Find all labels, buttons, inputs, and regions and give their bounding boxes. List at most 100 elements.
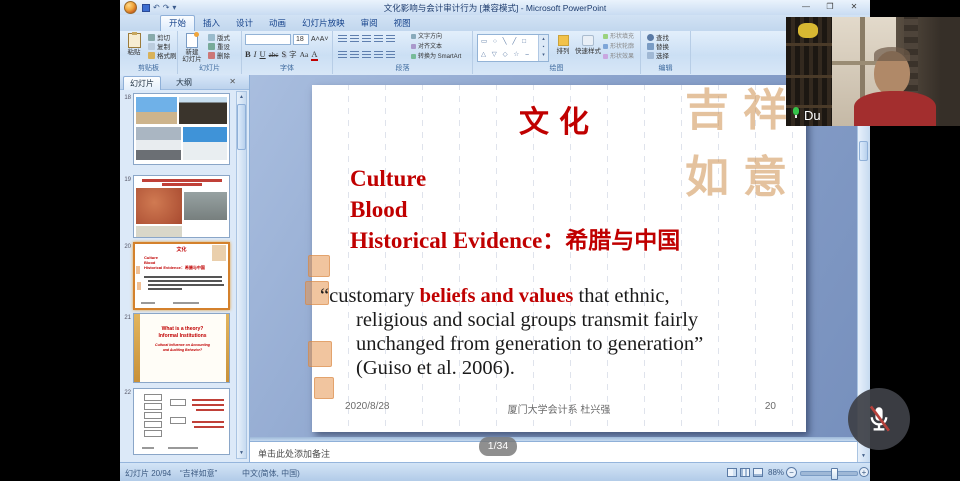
align-left-icon[interactable] <box>338 51 347 59</box>
tab-view[interactable]: 视图 <box>386 15 419 31</box>
quick-styles-icon <box>582 35 594 46</box>
redo-button[interactable]: ↷ <box>163 3 170 12</box>
paste-button[interactable]: 粘贴 <box>122 33 146 56</box>
photo-fish <box>184 192 227 220</box>
smartart-icon <box>411 54 416 59</box>
tab-review[interactable]: 审阅 <box>353 15 386 31</box>
text-direction-button[interactable]: 文字方向 <box>411 33 442 42</box>
minimize-button[interactable]: — <box>798 1 814 13</box>
shape-fill-button[interactable]: 形状填充 <box>603 33 634 42</box>
list-indent-buttons[interactable] <box>338 35 398 46</box>
align-text-icon <box>411 44 416 49</box>
normal-view-button[interactable] <box>727 468 737 477</box>
tab-slideshow[interactable]: 幻灯片放映 <box>294 15 353 31</box>
slide-headings[interactable]: Culture Blood Historical Evidence：希腊与中国 <box>350 163 680 256</box>
slide-sorter-view-button[interactable] <box>740 468 750 477</box>
sidebar-tab-outline[interactable]: 大纲 <box>170 76 198 89</box>
line-spacing-icon[interactable] <box>386 35 395 43</box>
char-spacing-button[interactable]: 字 <box>289 50 297 59</box>
sidebar-scroll-thumb[interactable] <box>237 104 246 150</box>
slide-title[interactable]: 文化 <box>312 97 806 141</box>
shapes-gallery-scroll[interactable]: ▴▪▾ <box>538 35 548 61</box>
columns-icon[interactable] <box>386 51 395 59</box>
save-icon[interactable] <box>142 4 150 12</box>
arrange-button[interactable]: 排列 <box>553 35 573 55</box>
format-painter-button[interactable]: 格式刷 <box>148 52 177 61</box>
new-slide-button[interactable]: 新建幻灯片 <box>180 33 204 63</box>
bullets-icon[interactable] <box>338 35 347 43</box>
align-text-button[interactable]: 对齐文本 <box>411 43 442 52</box>
bold-button[interactable]: B <box>245 49 251 59</box>
quick-styles-button[interactable]: 快速样式 <box>575 35 601 55</box>
tab-design[interactable]: 设计 <box>228 15 261 31</box>
indent-decrease-icon[interactable] <box>362 35 371 43</box>
scroll-down-icon[interactable]: ▼ <box>859 451 868 461</box>
slideshow-view-button[interactable] <box>753 468 763 477</box>
font-size-input[interactable]: 18 <box>293 34 309 45</box>
tiny-red-text <box>142 179 222 182</box>
close-button[interactable]: ✕ <box>846 1 862 13</box>
sidebar-close-icon[interactable]: ✕ <box>229 77 236 86</box>
underline-button[interactable]: U <box>260 49 266 59</box>
status-language: 中文(简体, 中国) <box>242 468 300 479</box>
italic-button[interactable]: I <box>254 49 257 59</box>
align-right-icon[interactable] <box>362 51 371 59</box>
smartart-button[interactable]: 转换为 SmartArt <box>411 53 461 62</box>
qat-dropdown-icon[interactable]: ▾ <box>172 3 176 12</box>
select-button[interactable]: 选择 <box>647 52 669 61</box>
mute-microphone-button[interactable] <box>848 388 910 450</box>
replace-icon <box>647 43 654 50</box>
font-name-input[interactable] <box>245 34 291 45</box>
slide-quote[interactable]: “customary beliefs and values that ethni… <box>320 284 794 380</box>
font-color-button[interactable]: A <box>311 49 317 61</box>
cut-button[interactable]: 剪切 <box>148 34 170 43</box>
indent-increase-icon[interactable] <box>374 35 383 43</box>
slide-thumbnail-18[interactable] <box>133 93 230 165</box>
undo-button[interactable]: ↶ <box>153 3 160 12</box>
scroll-down-icon[interactable]: ▼ <box>237 448 246 458</box>
zoom-slider-track[interactable] <box>800 471 858 476</box>
sidebar-scrollbar[interactable]: ▲ ▼ <box>236 91 247 459</box>
tab-insert[interactable]: 插入 <box>195 15 228 31</box>
justify-icon[interactable] <box>374 51 383 59</box>
webcam-video[interactable]: Du <box>786 17 960 126</box>
layout-button[interactable]: 版式 <box>208 34 230 43</box>
shape-effects-button[interactable]: 形状效果 <box>603 53 634 62</box>
office-button-icon[interactable] <box>124 1 137 14</box>
notes-panel[interactable]: 单击此处添加备注 <box>250 441 857 462</box>
tiny-text <box>148 288 182 290</box>
zoom-in-button[interactable]: + <box>859 467 869 477</box>
slide-thumbnail-19[interactable] <box>133 175 230 238</box>
scroll-up-icon[interactable]: ▲ <box>237 92 246 102</box>
sidebar-tab-slides[interactable]: 幻灯片 <box>123 76 161 90</box>
alignment-buttons[interactable] <box>338 51 398 62</box>
strikethrough-button[interactable]: abc <box>269 51 279 59</box>
grow-shrink-font[interactable]: A˄A˅ <box>311 35 329 44</box>
replace-button[interactable]: 替换 <box>647 43 669 52</box>
notes-placeholder: 单击此处添加备注 <box>258 447 330 460</box>
slide-canvas[interactable]: 吉祥 如意 文化 Culture Blood Historical Eviden… <box>312 85 806 432</box>
slide-thumbnail-22[interactable] <box>133 388 230 455</box>
align-center-icon[interactable] <box>350 51 359 59</box>
maximize-button[interactable]: ❐ <box>822 1 838 13</box>
slide-thumbnail-20-selected[interactable]: 文化 CultureBloodHistorical Evidence：希腊与中国 <box>133 242 230 310</box>
shape-outline-button[interactable]: 形状轮廓 <box>603 43 634 52</box>
diagram-box <box>144 403 162 410</box>
photo-cotton <box>136 226 182 237</box>
change-case-button[interactable]: Aa <box>300 50 309 59</box>
shapes-gallery[interactable]: ▭ ○ ╲ ╱ □ △ ▽ ◇ ☆ ⌣ ▴▪▾ <box>477 34 549 62</box>
tab-animations[interactable]: 动画 <box>261 15 294 31</box>
zoom-slider-thumb[interactable] <box>831 468 838 480</box>
slide-thumbnail-21[interactable]: What is a theory?Informal Institutions C… <box>133 313 230 383</box>
find-button[interactable]: 查找 <box>647 34 669 43</box>
shadow-button[interactable]: S <box>281 49 286 59</box>
editor-scroll-thumb[interactable] <box>859 141 868 161</box>
numbering-icon[interactable] <box>350 35 359 43</box>
copy-button[interactable]: 复制 <box>148 43 170 52</box>
zoom-percent[interactable]: 88% <box>768 468 784 477</box>
tab-home[interactable]: 开始 <box>160 15 195 31</box>
paste-icon <box>128 33 141 48</box>
zoom-out-button[interactable]: − <box>786 467 797 478</box>
reset-button[interactable]: 重设 <box>208 43 230 52</box>
delete-button[interactable]: 删除 <box>208 52 230 61</box>
